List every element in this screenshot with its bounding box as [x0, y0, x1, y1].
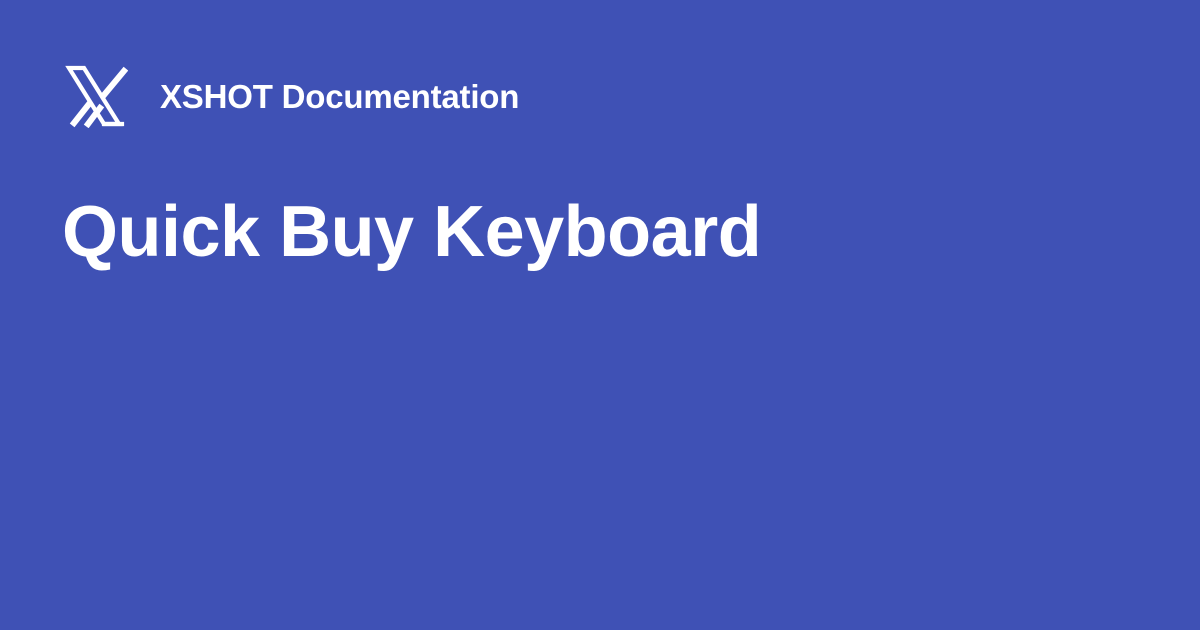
social-preview-card: XSHOT Documentation Quick Buy Keyboard: [0, 0, 1200, 630]
page-title: Quick Buy Keyboard: [62, 192, 762, 272]
xshot-x-logo-icon: [64, 64, 128, 128]
site-name: XSHOT Documentation: [160, 77, 520, 115]
brand-header: XSHOT Documentation: [64, 64, 519, 128]
